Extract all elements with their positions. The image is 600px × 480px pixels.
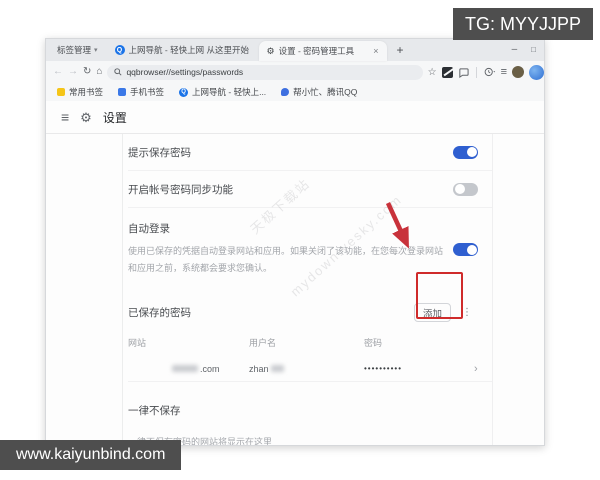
gear-icon: ⚙ [266,45,275,56]
screenshot-flag-icon[interactable] [441,66,453,78]
chat-bubble-icon[interactable] [458,67,469,78]
tab-nav-home[interactable]: Q 上网导航 - 轻快上网 从这里开始 [107,39,259,61]
bookmark-label: 上网导航 - 轻快上... [192,87,267,97]
auto-login-description: 使用已保存的凭据自动登录网站和应用。如果关闭了该功能，在您每次登录网站和应用之前… [128,246,444,274]
tencent-icon [281,88,290,96]
never-save-hint: 一律不保存密码的网站将显示在这里 [128,437,273,446]
redacted-username [270,365,284,373]
bookmark-common[interactable]: 常用书签 [57,86,103,98]
toolbar-divider [475,66,477,78]
tab-label: 设置 - 密码管理工具 [278,46,355,56]
save-prompt-toggle[interactable] [453,145,478,159]
menu-icon[interactable]: ≡ [501,66,507,78]
bookmark-label: 常用书签 [69,87,104,97]
setting-label: 提示保存密码 [128,146,191,159]
gear-icon: ⚙ [80,109,92,125]
reload-button[interactable]: ↻ [83,67,91,77]
sync-toggle[interactable] [453,182,478,196]
bookmark-nav[interactable]: Q 上网导航 - 轻快上... [179,86,266,98]
bookmark-star-icon[interactable]: ☆ [428,67,437,78]
bookmark-tencent[interactable]: 帮小忙、腾讯QQ [281,86,357,98]
username-text: zhan [249,363,269,374]
window-controls: – □ [512,45,544,55]
url-text: qqbrowser//settings/passwords [126,67,244,77]
minimize-button[interactable]: – [512,45,518,55]
q-favicon-icon: Q [179,87,189,97]
password-masked: •••••••••• [364,364,403,374]
site-cell: .com [128,364,249,374]
page: { "annotations": { "top_right_watermark"… [0,0,600,480]
home-button[interactable]: ⌂ [96,67,102,77]
hamburger-menu-icon[interactable]: ≡ [61,109,69,125]
top-right-watermark: TG: MYYJJPP [452,8,593,40]
bookmark-mobile[interactable]: 手机书签 [118,86,164,98]
bookmark-label: 手机书签 [130,87,165,97]
setting-label: 开启帐号密码同步功能 [128,183,233,196]
redacted-site-favicon [172,365,198,373]
auto-login-toggle[interactable] [453,243,478,256]
column-password: 密码 [364,338,383,349]
password-table-header: 网站 用户名 密码 [128,336,492,349]
setting-row-sync: 开启帐号密码同步功能 [128,171,492,208]
saved-passwords-title: 已保存的密码 [128,307,191,320]
settings-content: 提示保存密码 开启帐号密码同步功能 自动登录 使用已保存的凭据自动登录网站和应用… [46,134,544,446]
browser-window: 标签管理 ▾ Q 上网导航 - 轻快上网 从这里开始 ⚙ 设置 - 密码管理工具… [45,38,545,446]
address-bar[interactable]: qqbrowser//settings/passwords [107,64,423,80]
bookmark-label: 帮小忙、腾讯QQ [293,87,358,97]
bottom-left-watermark: www.kaiyunbind.com [0,440,182,470]
forward-button[interactable]: → [68,67,78,77]
folder-icon [57,88,65,96]
site-suffix: .com [200,363,220,374]
tab-label: 上网导航 - 轻快上网 从这里开始 [128,45,249,55]
saved-passwords-header: 已保存的密码 添加 ⋮ [128,303,492,323]
close-tab-icon[interactable]: × [369,46,378,56]
q-favicon-icon: Q [114,45,125,55]
bookmarks-bar: 常用书签 手机书签 Q 上网导航 - 轻快上... 帮小忙、腾讯QQ [46,83,544,101]
settings-main: 提示保存密码 开启帐号密码同步功能 自动登录 使用已保存的凭据自动登录网站和应用… [123,134,544,446]
settings-sidebar [46,134,123,445]
back-button[interactable]: ← [53,67,63,77]
chevron-right-icon[interactable]: › [474,363,492,375]
history-clock-icon[interactable] [484,66,496,78]
tab-strip: 标签管理 ▾ Q 上网导航 - 轻快上网 从这里开始 ⚙ 设置 - 密码管理工具… [46,39,544,61]
maximize-button[interactable]: □ [531,46,536,54]
tab-manager-button[interactable]: 标签管理 ▾ [46,39,107,61]
setting-row-save-prompt: 提示保存密码 [128,134,492,171]
profile-avatar[interactable] [512,66,524,78]
setting-row-auto-login: 自动登录 使用已保存的凭据自动登录网站和应用。如果关闭了该功能，在您每次登录网站… [128,208,492,277]
never-save-title: 一律不保存 [128,405,181,418]
page-title: 设置 [102,110,127,125]
sidebar-assistant-button[interactable] [529,64,544,80]
settings-header: ≡ ⚙ 设置 [46,101,544,134]
browser-toolbar: ← → ↻ ⌂ qqbrowser//settings/passwords ☆ … [46,61,544,83]
column-site: 网站 [128,338,147,349]
tab-settings-passwords[interactable]: ⚙ 设置 - 密码管理工具 × [258,41,387,61]
username-cell: zhan [249,364,364,374]
auto-login-title: 自动登录 [128,223,170,235]
column-username: 用户名 [249,338,277,349]
more-options-icon[interactable]: ⋮ [462,307,472,318]
add-password-button[interactable]: 添加 [414,303,451,323]
password-table-row[interactable]: .com zhan •••••••••• › [128,356,492,383]
tab-manager-label: 标签管理 [57,45,92,55]
bookmark-icon [118,88,127,96]
search-icon [114,68,122,76]
chevron-down-icon: ▾ [94,47,98,54]
new-tab-button[interactable]: + [387,43,414,57]
